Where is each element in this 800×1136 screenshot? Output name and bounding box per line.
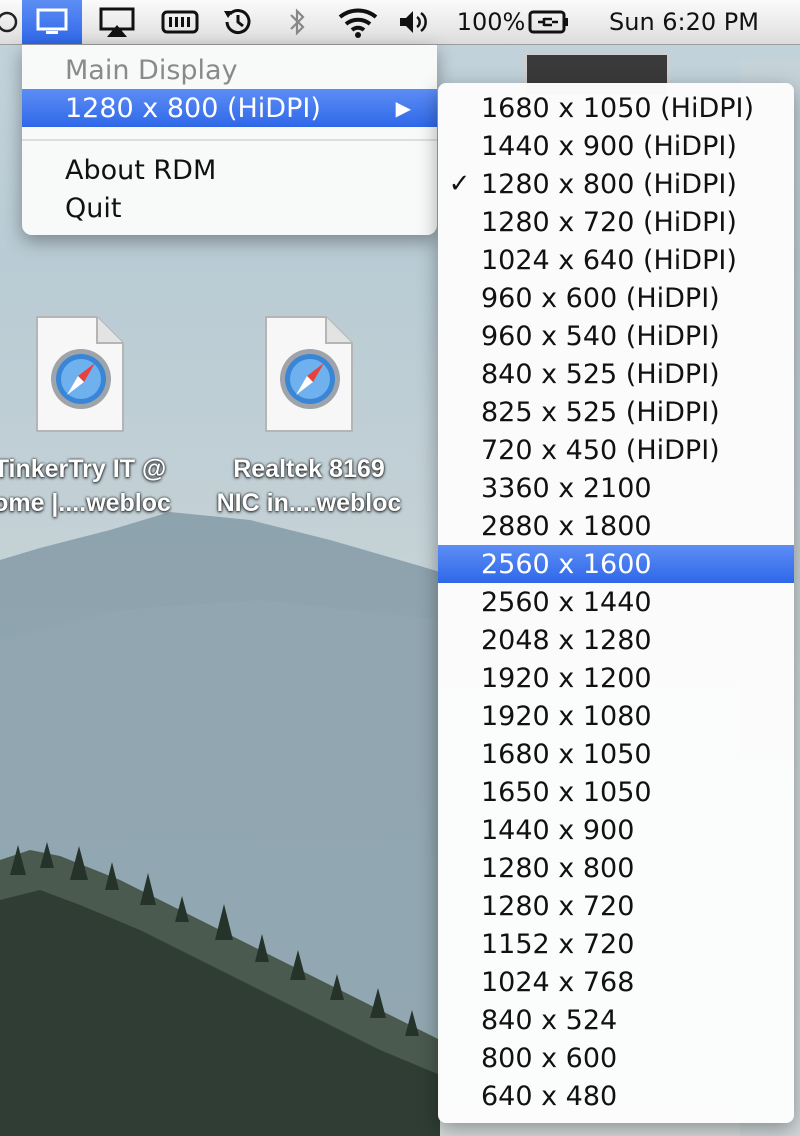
resolution-label: 2560 x 1600 [481, 548, 652, 580]
resolution-menu-item[interactable]: 1650 x 1050 [438, 773, 794, 811]
resolution-menu-item[interactable]: 840 x 524 [438, 1001, 794, 1039]
battery-percentage[interactable]: 100% [456, 0, 526, 44]
resolution-menu-item[interactable]: 800 x 600 [438, 1039, 794, 1077]
resolution-label: 960 x 540 (HiDPI) [481, 320, 720, 352]
resolution-menu-item[interactable]: 720 x 450 (HiDPI) [438, 431, 794, 469]
resolution-label: 825 x 525 (HiDPI) [481, 396, 720, 428]
resolution-label: 1152 x 720 [481, 928, 635, 960]
quit-label: Quit [65, 192, 122, 224]
resolution-menu-item[interactable]: 2560 x 1600 [438, 545, 794, 583]
resolution-menu-item[interactable]: 1680 x 1050 (HiDPI) [438, 89, 794, 127]
safari-webloc-icon [265, 316, 353, 432]
menu-bar: 100% Sun 6:20 PM [0, 0, 800, 45]
file-label-line2: ome |....webloc [0, 489, 171, 517]
resolution-menu-item[interactable]: 960 x 540 (HiDPI) [438, 317, 794, 355]
circle-icon[interactable] [0, 0, 20, 44]
resolution-label: 2880 x 1800 [481, 510, 652, 542]
resolution-menu-item[interactable]: 1024 x 640 (HiDPI) [438, 241, 794, 279]
resolution-label: 1280 x 720 [481, 890, 635, 922]
resolution-submenu: 1680 x 1050 (HiDPI) 1440 x 900 (HiDPI) ✓ 12… [438, 83, 794, 1123]
resolution-label: 1280 x 720 (HiDPI) [481, 206, 737, 238]
resolution-menu-item[interactable]: 840 x 525 (HiDPI) [438, 355, 794, 393]
about-rdm-label: About RDM [65, 154, 217, 186]
current-mode-menu-item[interactable]: 1280 x 800 (HiDPI) ▶ [22, 89, 437, 127]
battery-charging-icon[interactable] [526, 0, 572, 44]
resolution-menu-item[interactable]: 960 x 600 (HiDPI) [438, 279, 794, 317]
volume-icon[interactable] [396, 0, 432, 44]
battery-meter-icon[interactable] [158, 0, 202, 44]
file-label-line2: NIC in....webloc [216, 489, 402, 517]
resolution-menu-item[interactable]: 2560 x 1440 [438, 583, 794, 621]
resolution-menu-item[interactable]: 1440 x 900 [438, 811, 794, 849]
wifi-icon[interactable] [334, 0, 382, 44]
safari-webloc-icon [36, 316, 124, 432]
resolution-label: 1680 x 1050 [481, 738, 652, 770]
resolution-label: 640 x 480 [481, 1080, 618, 1112]
quit-menu-item[interactable]: Quit [22, 189, 437, 227]
resolution-label: 840 x 524 [481, 1004, 618, 1036]
resolution-menu-item[interactable]: 1152 x 720 [438, 925, 794, 963]
resolution-menu-item[interactable]: 3360 x 2100 [438, 469, 794, 507]
resolution-label: 1024 x 640 (HiDPI) [481, 244, 737, 276]
resolution-label: 720 x 450 (HiDPI) [481, 434, 720, 466]
resolution-label: 1024 x 768 [481, 966, 635, 998]
resolution-menu-item[interactable]: 2048 x 1280 [438, 621, 794, 659]
resolution-menu-item[interactable]: 2880 x 1800 [438, 507, 794, 545]
resolution-menu-item[interactable]: 1440 x 900 (HiDPI) [438, 127, 794, 165]
resolution-menu-item[interactable]: 1024 x 768 [438, 963, 794, 1001]
about-rdm-menu-item[interactable]: About RDM [22, 151, 437, 189]
resolution-menu-item[interactable]: 1280 x 800 [438, 849, 794, 887]
airplay-icon[interactable] [95, 0, 139, 44]
display-icon [36, 8, 68, 34]
resolution-label: 1680 x 1050 (HiDPI) [481, 92, 755, 124]
resolution-label: 1650 x 1050 [481, 776, 652, 808]
resolution-menu-item[interactable]: 1680 x 1050 [438, 735, 794, 773]
resolution-label: 2560 x 1440 [481, 586, 652, 618]
resolution-label: 1920 x 1200 [481, 662, 652, 694]
resolution-label: 1280 x 800 [481, 852, 635, 884]
menu-separator [22, 139, 437, 141]
resolution-label: 2048 x 1280 [481, 624, 652, 656]
main-display-label: Main Display [65, 54, 238, 86]
bluetooth-icon[interactable] [282, 0, 312, 44]
menubar-clock[interactable]: Sun 6:20 PM [592, 0, 776, 44]
resolution-label: 1280 x 800 (HiDPI) [481, 168, 737, 200]
current-mode-label: 1280 x 800 (HiDPI) [65, 92, 321, 124]
resolution-label: 1440 x 900 [481, 814, 635, 846]
submenu-arrow-icon: ▶ [395, 96, 411, 120]
rdm-menu: Main Display 1280 x 800 (HiDPI) ▶ About … [22, 45, 437, 235]
time-machine-icon[interactable] [218, 0, 258, 44]
resolution-menu-item[interactable]: ✓ 1280 x 800 (HiDPI) [438, 165, 794, 203]
resolution-menu-item[interactable]: 1280 x 720 (HiDPI) [438, 203, 794, 241]
checkmark-icon: ✓ [448, 169, 471, 199]
resolution-menu-item[interactable]: 1920 x 1200 [438, 659, 794, 697]
resolution-label: 1440 x 900 (HiDPI) [481, 130, 737, 162]
resolution-menu-item[interactable]: 1920 x 1080 [438, 697, 794, 735]
file-label-line1: Realtek 8169 [233, 455, 385, 483]
resolution-menu-item[interactable]: 825 x 525 (HiDPI) [438, 393, 794, 431]
main-display-header: Main Display [22, 51, 437, 89]
resolution-menu-item[interactable]: 1280 x 720 [438, 887, 794, 925]
file-label-line1: TinkerTry IT @ [0, 455, 167, 483]
resolution-label: 800 x 600 [481, 1042, 618, 1074]
resolution-label: 3360 x 2100 [481, 472, 652, 504]
display-menu-button[interactable] [22, 0, 82, 44]
resolution-label: 840 x 525 (HiDPI) [481, 358, 720, 390]
resolution-label: 960 x 600 (HiDPI) [481, 282, 720, 314]
resolution-menu-item[interactable]: 640 x 480 [438, 1077, 794, 1115]
resolution-label: 1920 x 1080 [481, 700, 652, 732]
